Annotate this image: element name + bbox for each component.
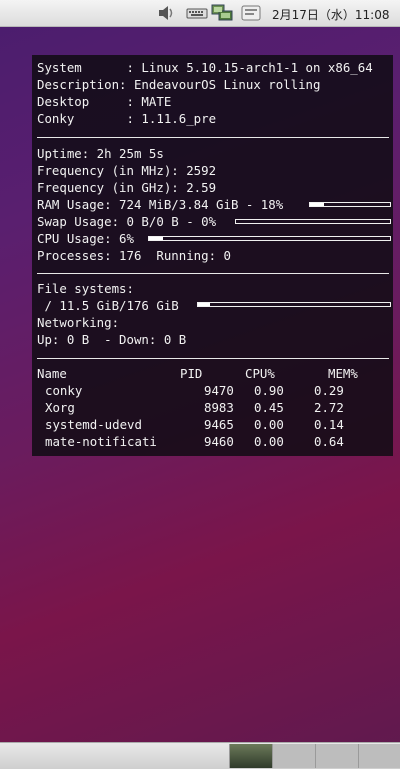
bottom-panel (0, 742, 400, 769)
ram-usage-bar-fill (310, 203, 325, 206)
col-header-mem: MEM% (328, 366, 358, 381)
proc-name: mate-notificati (45, 434, 157, 449)
proc-name: conky (45, 383, 83, 398)
swap-usage-line: Swap Usage: 0 B/0 B - 0% (37, 214, 217, 229)
col-header-name: Name (37, 366, 67, 381)
proc-name: systemd-udevd (45, 417, 142, 432)
divider (37, 358, 389, 359)
conky-panel: System : Linux 5.10.15-arch1-1 on x86_64… (32, 55, 393, 456)
proc-cpu: 0.45 (254, 400, 284, 415)
root-fs-bar-fill (198, 303, 211, 306)
conky-version-line: Conky : 1.11.6_pre (37, 111, 217, 126)
proc-pid: 9460 (204, 434, 234, 449)
networking-title: Networking: (37, 315, 120, 330)
notification-icon[interactable] (240, 3, 262, 23)
proc-pid: 8983 (204, 400, 234, 415)
proc-cpu: 0.90 (254, 383, 284, 398)
keyboard-icon[interactable] (186, 3, 208, 23)
col-header-cpu: CPU% (245, 366, 275, 381)
root-fs-bar (197, 302, 391, 307)
col-header-pid: PID (180, 366, 203, 381)
swap-usage-bar (235, 219, 391, 224)
root-fs-line: / 11.5 GiB/176 GiB (37, 298, 179, 313)
workspace-1[interactable] (229, 744, 272, 768)
cpu-usage-bar (148, 236, 391, 241)
proc-name: Xorg (45, 400, 75, 415)
divider (37, 273, 389, 274)
divider (37, 137, 389, 138)
volume-icon[interactable] (156, 3, 178, 23)
proc-pid: 9465 (204, 417, 234, 432)
clock[interactable]: 2月17日（水）11:08 (272, 6, 390, 23)
workspace-3[interactable] (315, 744, 358, 768)
proc-cpu: 0.00 (254, 434, 284, 449)
filesystems-title: File systems: (37, 281, 134, 296)
freq-ghz-line: Frequency (in GHz): 2.59 (37, 180, 217, 195)
freq-mhz-line: Frequency (in MHz): 2592 (37, 163, 217, 178)
network-line: Up: 0 B - Down: 0 B (37, 332, 187, 347)
network-icon[interactable] (210, 3, 234, 23)
workspace-2[interactable] (272, 744, 315, 768)
top-panel: 2月17日（水）11:08 (0, 0, 400, 27)
description-line: Description: EndeavourOS Linux rolling (37, 77, 321, 92)
cpu-usage-bar-fill (149, 237, 164, 240)
proc-mem: 2.72 (314, 400, 344, 415)
proc-mem: 0.29 (314, 383, 344, 398)
proc-mem: 0.64 (314, 434, 344, 449)
ram-usage-bar (309, 202, 391, 207)
proc-cpu: 0.00 (254, 417, 284, 432)
system-line: System : Linux 5.10.15-arch1-1 on x86_64 (37, 60, 373, 75)
processes-line: Processes: 176 Running: 0 (37, 248, 231, 263)
proc-mem: 0.14 (314, 417, 344, 432)
uptime-line: Uptime: 2h 25m 5s (37, 146, 164, 161)
cpu-usage-line: CPU Usage: 6% (37, 231, 134, 246)
proc-pid: 9470 (204, 383, 234, 398)
workspace-4[interactable] (358, 744, 400, 768)
ram-usage-line: RAM Usage: 724 MiB/3.84 GiB - 18% (37, 197, 284, 212)
desktop-line: Desktop : MATE (37, 94, 172, 109)
